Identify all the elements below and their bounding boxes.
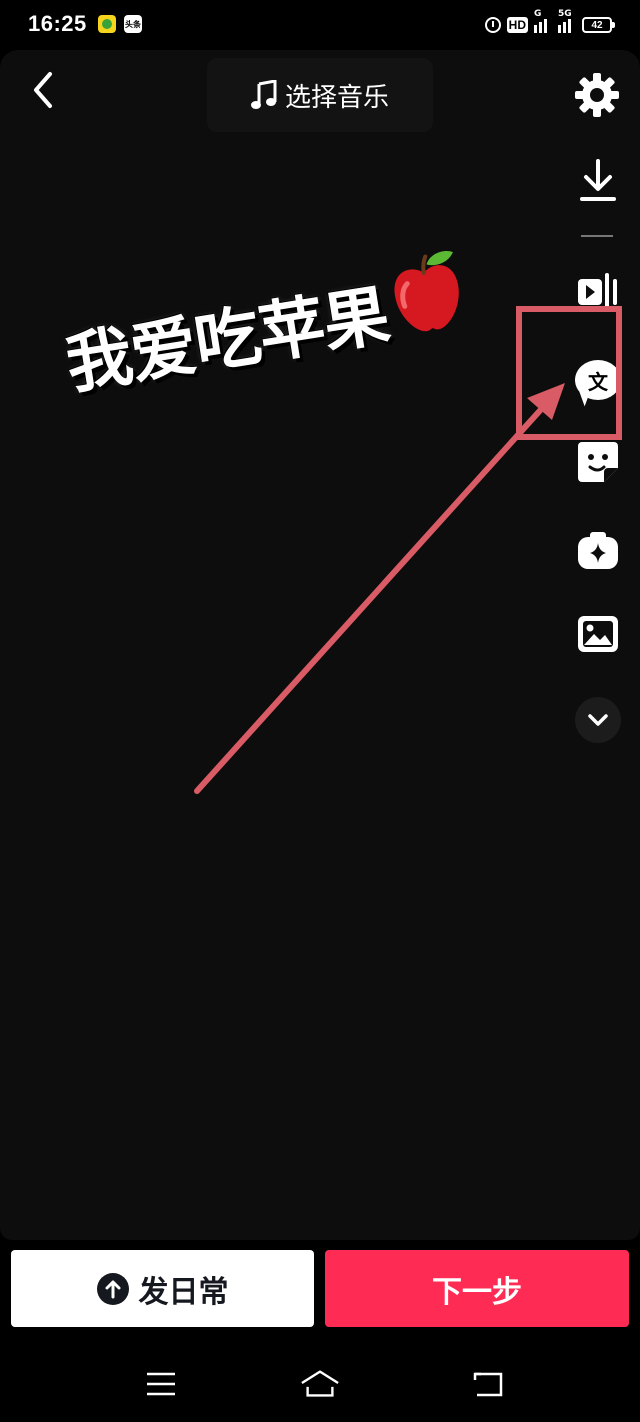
gear-icon (575, 73, 619, 117)
apple-icon (394, 250, 459, 332)
settings-button[interactable] (572, 70, 622, 120)
editor-canvas[interactable] (0, 50, 640, 1240)
network-label: 5G (558, 9, 572, 19)
home-icon (301, 1370, 339, 1397)
post-daily-button[interactable]: 发日常 (11, 1250, 314, 1327)
battery-icon: 42 (582, 17, 615, 33)
signal-label: G (534, 9, 542, 19)
system-nav-bar (0, 1346, 640, 1422)
image-icon (578, 616, 618, 652)
toolbar-divider (581, 235, 613, 237)
alarm-icon (484, 17, 501, 33)
hd-badge: HD (506, 17, 528, 33)
post-daily-label: 发日常 (138, 1274, 229, 1310)
next-step-label: 下一步 (432, 1274, 522, 1310)
sticker-icon (578, 442, 618, 482)
status-bar: 16:25 头条 HD G 5G 42 (0, 0, 640, 50)
next-step-button[interactable]: 下一步 (325, 1250, 629, 1327)
annotation-highlight-box (516, 306, 622, 440)
music-note-icon (250, 80, 277, 109)
effects-tool-button[interactable] (573, 526, 623, 576)
battery-level: 42 (591, 19, 603, 31)
home-nav-button[interactable] (300, 1364, 340, 1404)
music-label: 选择音乐 (284, 82, 389, 113)
chevron-down-icon (588, 714, 608, 726)
select-music-button[interactable]: 选择音乐 (207, 58, 433, 132)
signal-5g-icon: 5G (558, 9, 576, 33)
image-tool-button[interactable] (573, 609, 623, 659)
menu-nav-button[interactable] (141, 1364, 181, 1404)
download-button[interactable] (573, 155, 623, 205)
more-tools-button[interactable] (575, 697, 621, 743)
app-notification-icon (98, 15, 116, 33)
back-button[interactable] (24, 68, 64, 112)
status-time: 16:25 (28, 11, 87, 36)
status-indicators: HD G 5G 42 (484, 9, 615, 36)
chevron-left-icon (34, 72, 52, 108)
return-icon (473, 1372, 503, 1397)
download-icon (580, 159, 616, 201)
news-app-icon: 头条 (124, 15, 142, 33)
menu-icon (147, 1372, 175, 1396)
upload-arrow-icon (96, 1272, 129, 1305)
sticker-tool-button[interactable] (573, 437, 623, 487)
sparkle-icon (578, 532, 618, 569)
signal-icon: G (534, 9, 552, 33)
back-nav-button[interactable] (468, 1364, 508, 1404)
